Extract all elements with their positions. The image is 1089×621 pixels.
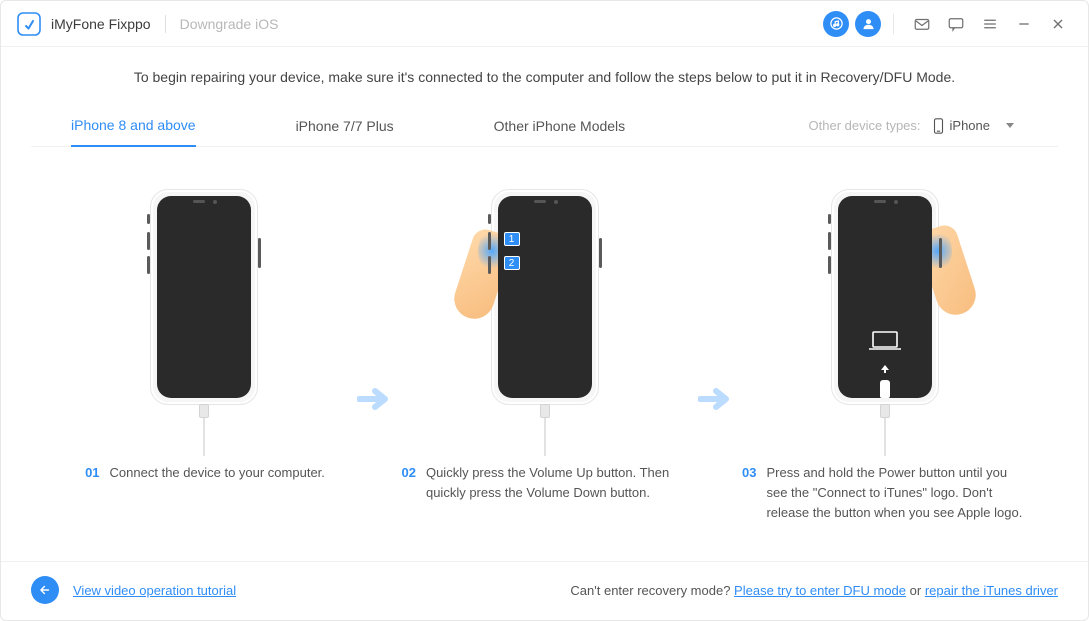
mail-icon[interactable] xyxy=(908,10,936,38)
other-device-types-label: Other device types: xyxy=(809,118,921,133)
or-text: or xyxy=(906,583,925,598)
step-3-text: Press and hold the Power button until yo… xyxy=(766,463,1030,523)
step-2: 1 2 02 Quickly press the Volume Up butto… xyxy=(400,189,690,503)
dfu-mode-link[interactable]: Please try to enter DFU mode xyxy=(734,583,906,598)
phone-icon xyxy=(933,118,944,134)
arrow-right-icon xyxy=(357,387,391,416)
video-tutorial-link[interactable]: View video operation tutorial xyxy=(73,583,236,598)
step-badge-1: 1 xyxy=(504,232,520,246)
step-1-text: Connect the device to your computer. xyxy=(110,463,325,483)
intro-text: To begin repairing your device, make sur… xyxy=(31,67,1058,105)
cant-enter-text: Can't enter recovery mode? xyxy=(570,583,734,598)
app-logo-icon xyxy=(17,12,41,36)
breadcrumb: Downgrade iOS xyxy=(180,16,279,32)
step-3-number: 03 xyxy=(742,463,756,523)
step-1: 01 Connect the device to your computer. xyxy=(59,189,349,483)
arrow-right-icon xyxy=(698,387,732,416)
app-title: iMyFone Fixppo xyxy=(51,16,151,32)
phone-illustration xyxy=(150,189,258,405)
minimize-button[interactable] xyxy=(1010,10,1038,38)
step-1-number: 01 xyxy=(85,463,99,483)
repair-driver-link[interactable]: repair the iTunes driver xyxy=(925,583,1058,598)
tab-iphone7[interactable]: iPhone 7/7 Plus xyxy=(296,106,394,146)
device-type-value: iPhone xyxy=(950,118,990,133)
feedback-icon[interactable] xyxy=(942,10,970,38)
step-2-text: Quickly press the Volume Up button. Then… xyxy=(426,463,690,503)
account-icon[interactable] xyxy=(855,11,881,37)
device-tabs: iPhone 8 and above iPhone 7/7 Plus Other… xyxy=(31,105,1058,147)
cable-icon xyxy=(199,404,209,456)
connect-to-itunes-icon xyxy=(838,196,932,398)
phone-illustration xyxy=(831,189,939,405)
titlebar-divider xyxy=(893,14,894,34)
chevron-down-icon xyxy=(1006,123,1014,128)
step-3: 03 Press and hold the Power button until… xyxy=(740,189,1030,523)
cable-icon xyxy=(880,404,890,456)
phone-illustration: 1 2 xyxy=(491,189,599,405)
menu-icon[interactable] xyxy=(976,10,1004,38)
cable-icon xyxy=(540,404,550,456)
title-divider xyxy=(165,15,166,33)
step-badge-2: 2 xyxy=(504,256,520,270)
step-2-number: 02 xyxy=(402,463,416,503)
back-button[interactable] xyxy=(31,576,59,604)
close-button[interactable] xyxy=(1044,10,1072,38)
tab-iphone8-above[interactable]: iPhone 8 and above xyxy=(71,105,196,147)
tab-other-iphone[interactable]: Other iPhone Models xyxy=(494,106,626,146)
device-type-select[interactable]: iPhone xyxy=(927,114,1018,138)
music-note-icon[interactable] xyxy=(823,11,849,37)
